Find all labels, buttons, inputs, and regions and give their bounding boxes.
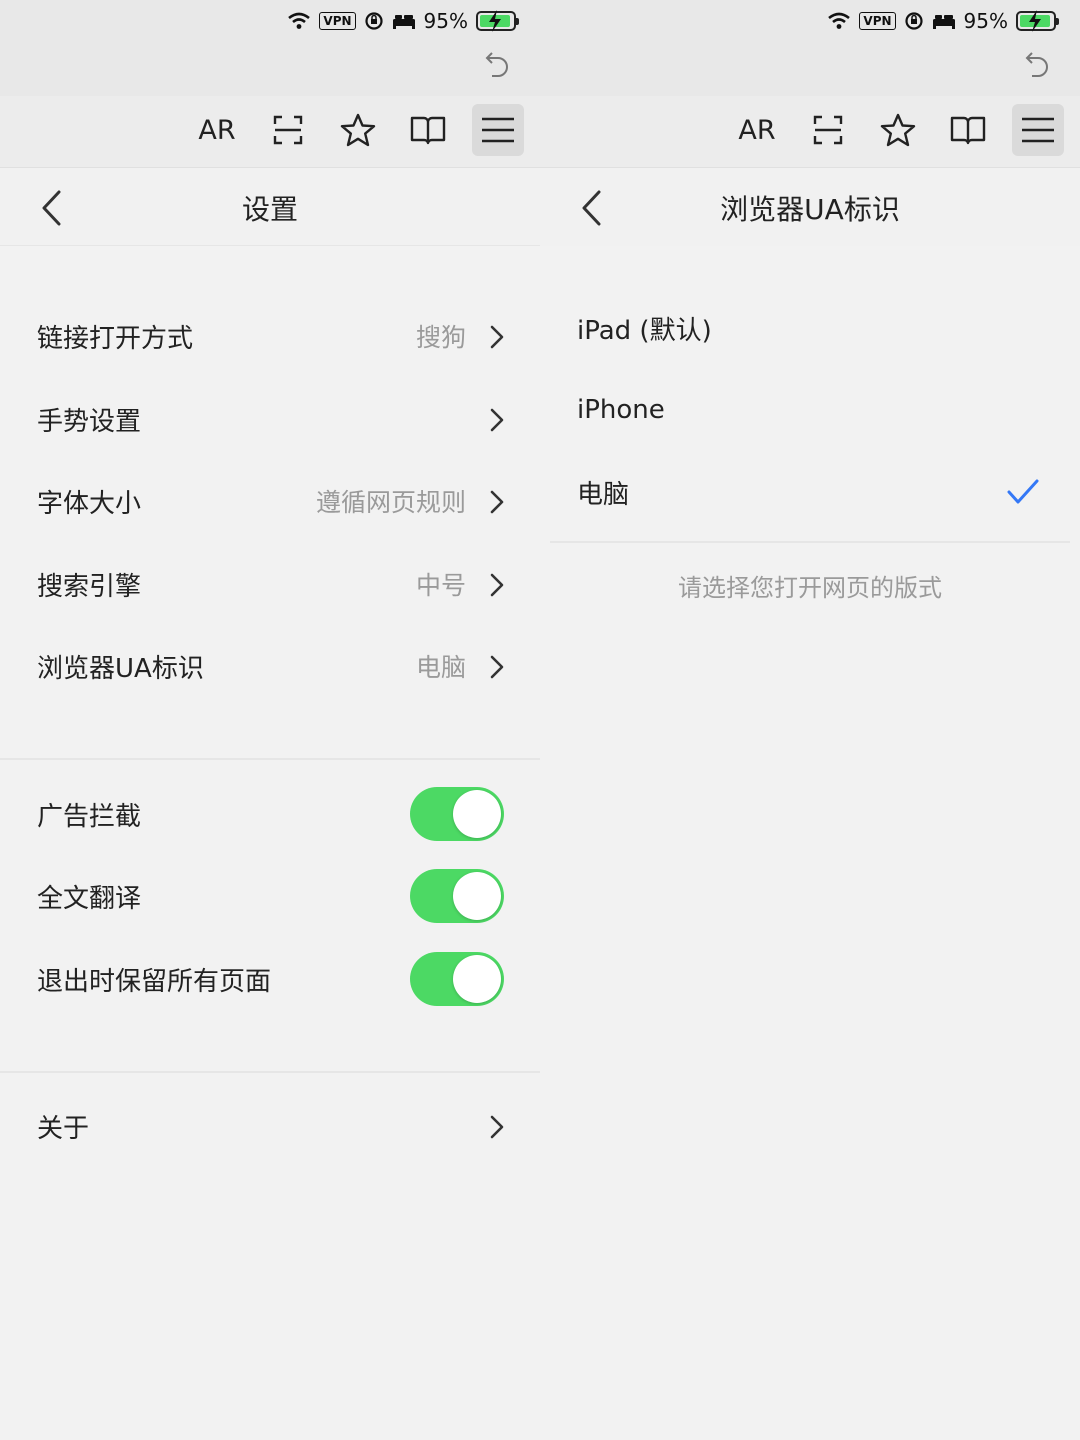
settings-row-translate: 全文翻译: [0, 855, 540, 937]
ua-navbar: 浏览器UA标识: [540, 168, 1080, 246]
battery-charging-icon: [1016, 10, 1059, 32]
wifi-icon: [288, 12, 311, 29]
undo-icon[interactable]: [482, 52, 510, 78]
settings-row-font-size[interactable]: 字体大小 遵循网页规则: [0, 460, 540, 542]
settings-row-link-open[interactable]: 链接打开方式 搜狗: [0, 295, 540, 377]
ar-label: AR: [198, 114, 236, 146]
battery-percent: 95%: [963, 9, 1008, 33]
page-title: 设置: [241, 193, 298, 226]
settings-row-ad-block: 广告拦截: [0, 773, 540, 855]
reader-button[interactable]: [402, 104, 454, 156]
ua-option-desktop[interactable]: 电脑: [540, 451, 1080, 533]
rotation-lock-icon: [364, 12, 383, 30]
row-label: 全文翻译: [37, 883, 142, 914]
wifi-icon: [828, 12, 851, 29]
bolt-icon: [489, 10, 501, 32]
menu-button[interactable]: [1012, 104, 1064, 156]
menu-icon: [1022, 117, 1054, 143]
settings-row-keep-pages: 退出时保留所有页面: [0, 938, 540, 1020]
bed-icon: [932, 15, 955, 29]
row-label: 关于: [37, 1113, 90, 1144]
chevron-right-icon: [490, 325, 504, 349]
row-label: 广告拦截: [37, 801, 142, 832]
section-divider: [0, 1071, 540, 1073]
rotation-lock-icon: [904, 12, 923, 30]
row-label: 链接打开方式: [37, 323, 194, 354]
scan-button[interactable]: [802, 104, 854, 156]
option-label: iPhone: [577, 395, 665, 425]
chevron-right-icon: [490, 1115, 504, 1139]
row-value: 中号: [415, 571, 466, 600]
scan-button[interactable]: [262, 104, 314, 156]
chevron-right-icon: [490, 655, 504, 679]
vpn-badge: VPN: [859, 12, 896, 30]
status-icons: VPN 95%: [287, 6, 519, 36]
settings-row-gesture[interactable]: 手势设置: [0, 378, 540, 460]
chevron-right-icon: [490, 408, 504, 432]
chevron-right-icon: [490, 490, 504, 514]
book-icon: [410, 116, 446, 145]
vpn-badge: VPN: [319, 12, 356, 30]
row-label: 字体大小: [37, 488, 142, 519]
ar-label: AR: [738, 114, 776, 146]
checkmark-icon: [1007, 479, 1039, 504]
toggle-knob: [453, 790, 501, 838]
star-icon: [880, 113, 916, 147]
row-label: 退出时保留所有页面: [37, 966, 272, 997]
ar-button[interactable]: AR: [191, 104, 243, 156]
scan-icon: [813, 115, 843, 145]
page-title: 浏览器UA标识: [720, 193, 900, 226]
settings-row-search-engine[interactable]: 搜索引擎 中号: [0, 543, 540, 625]
ua-option-ipad[interactable]: iPad (默认): [540, 287, 1080, 369]
row-value: 遵循网页规则: [315, 488, 466, 517]
keep-pages-toggle[interactable]: [410, 952, 504, 1006]
menu-button[interactable]: [472, 104, 524, 156]
bookmark-button[interactable]: [872, 104, 924, 156]
browser-toolbar: AR: [0, 96, 540, 168]
undo-icon[interactable]: [1022, 52, 1050, 78]
status-bar: VPN 95%: [540, 0, 1080, 96]
row-value: 搜狗: [415, 323, 466, 352]
browser-toolbar: AR: [540, 96, 1080, 168]
star-icon: [340, 113, 376, 147]
ad-block-toggle[interactable]: [410, 787, 504, 841]
ua-option-iphone[interactable]: iPhone: [540, 369, 1080, 451]
options-divider: [550, 541, 1070, 543]
toggle-knob: [453, 872, 501, 920]
status-icons: VPN 95%: [827, 6, 1059, 36]
section-divider: [0, 758, 540, 760]
reader-button[interactable]: [942, 104, 994, 156]
row-value: 电脑: [415, 653, 466, 682]
ua-hint-text: 请选择您打开网页的版式: [678, 574, 942, 602]
row-label: 手势设置: [37, 406, 142, 437]
settings-navbar: 设置: [0, 168, 540, 246]
scan-icon: [273, 115, 303, 145]
bolt-icon: [1029, 10, 1041, 32]
row-label: 浏览器UA标识: [37, 653, 204, 684]
settings-pane: VPN 95% AR 设置 链接打开方式 搜狗 手势设置 字体大小 遵循网页规则…: [0, 0, 540, 1440]
option-label: 电脑: [577, 479, 630, 510]
bed-icon: [392, 15, 415, 29]
book-icon: [950, 116, 986, 145]
toggle-knob: [453, 955, 501, 1003]
settings-row-about[interactable]: 关于: [0, 1085, 540, 1167]
battery-charging-icon: [476, 10, 519, 32]
menu-icon: [482, 117, 514, 143]
battery-percent: 95%: [423, 9, 468, 33]
row-label: 搜索引擎: [37, 571, 142, 602]
option-label: iPad (默认): [577, 315, 712, 346]
bookmark-button[interactable]: [332, 104, 384, 156]
status-bar: VPN 95%: [0, 0, 540, 96]
settings-row-browser-ua[interactable]: 浏览器UA标识 电脑: [0, 625, 540, 707]
ua-pane: VPN 95% AR 浏览器UA标识 iPad (默认) iPhone 电脑 请…: [540, 0, 1080, 1440]
ar-button[interactable]: AR: [731, 104, 783, 156]
translate-toggle[interactable]: [410, 869, 504, 923]
chevron-right-icon: [490, 573, 504, 597]
